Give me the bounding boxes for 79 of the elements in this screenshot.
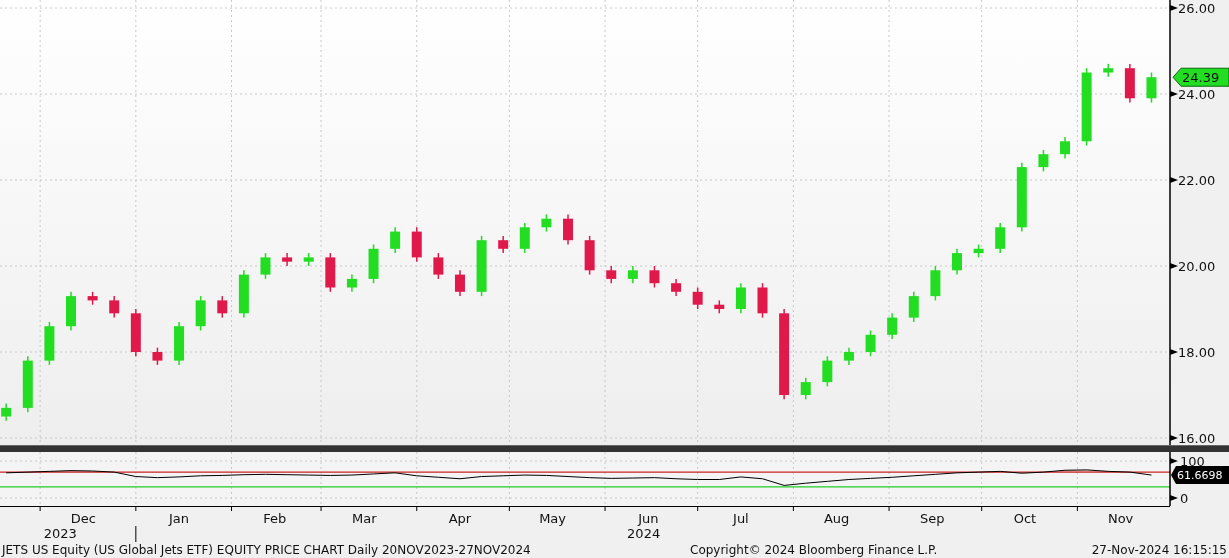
copyright-text: Copyright© 2024 Bloomberg Finance L.P.: [690, 543, 939, 558]
candlestick: [1038, 149, 1049, 173]
month-label: Jun: [638, 511, 659, 526]
candlestick: [541, 213, 552, 233]
month-label: Mar: [352, 511, 377, 526]
candlestick: [130, 308, 141, 358]
candlestick: [390, 226, 401, 254]
candlestick: [195, 295, 206, 332]
candlestick: [865, 329, 876, 358]
candlestick: [325, 252, 336, 293]
candlestick: [995, 222, 1006, 254]
candlestick: [735, 282, 746, 315]
candlestick: [476, 235, 487, 297]
candlestick: [973, 243, 984, 259]
candlestick: [627, 265, 638, 284]
candlestick: [66, 291, 76, 332]
axis-label: 16.00: [1178, 431, 1216, 445]
candlestick: [346, 273, 357, 293]
candlestick: [930, 265, 941, 302]
candlestick: [952, 248, 962, 276]
candlestick: [1, 402, 12, 422]
year-label: 2023: [43, 526, 77, 541]
candlestick: [1146, 71, 1157, 104]
candlestick: [606, 265, 617, 284]
candlestick: [1103, 63, 1114, 78]
candlestick: [152, 346, 163, 366]
month-label: Jul: [733, 511, 749, 526]
candlestick: [692, 286, 703, 310]
candlestick: [44, 321, 55, 366]
candlestick: [714, 299, 725, 315]
axis-label: 26.00: [1178, 1, 1216, 16]
candlestick: [368, 243, 379, 284]
candlestick: [887, 312, 898, 340]
axis-label: 18.00: [1178, 345, 1216, 360]
candlestick: [217, 295, 228, 319]
candlestick: [649, 265, 660, 289]
candlestick: [584, 235, 595, 276]
candlestick: [174, 321, 185, 366]
candlestick: [411, 226, 422, 263]
month-label: Sep: [920, 511, 945, 526]
month-label: May: [539, 511, 567, 526]
month-label: Aug: [823, 511, 850, 526]
price-tag: 24.39: [1172, 67, 1229, 87]
candlestick: [1016, 162, 1027, 233]
axis-label: 22.00: [1178, 173, 1216, 188]
candlestick: [843, 346, 854, 366]
candlestick: [260, 252, 271, 280]
candlestick: [800, 377, 811, 401]
month-label: Jan: [169, 511, 190, 526]
candlestick: [908, 291, 919, 323]
candlestick: [87, 291, 98, 306]
chart-title: JETS US Equity (US Global Jets ETF) EQUITY PRICE CHART Daily 20NOV2023-27NOV2024: [2, 543, 532, 558]
candlestick: [757, 282, 768, 319]
candlestick: [498, 235, 509, 254]
axis-label: 20.00: [1178, 259, 1216, 274]
candlestick: [433, 252, 444, 280]
candlestick: [563, 213, 573, 246]
month-label: Oct: [1013, 511, 1037, 526]
month-label: Apr: [448, 511, 472, 526]
timestamp: 27-Nov-2024 16:15:15: [1091, 543, 1227, 558]
axis-label: 0: [1180, 491, 1189, 506]
candlestick: [519, 222, 530, 254]
value-tag: 61.6698: [1171, 466, 1229, 485]
axis-label: 24.00: [1178, 87, 1216, 102]
candlestick: [282, 252, 293, 267]
year-label: 2024: [627, 526, 661, 541]
month-label: Feb: [263, 511, 287, 526]
candlestick: [303, 252, 314, 267]
candlestick: [1060, 136, 1071, 160]
candlestick: [109, 295, 120, 319]
axis-label: 100: [1180, 454, 1205, 469]
candlestick: [238, 269, 249, 319]
month-label: Dec: [70, 511, 96, 526]
candlestick: [822, 355, 833, 388]
candlestick: [22, 355, 33, 413]
candlestick: [671, 278, 682, 297]
candlestick: [454, 269, 465, 297]
month-label: Nov: [1107, 511, 1134, 526]
candlestick: [1124, 63, 1135, 104]
